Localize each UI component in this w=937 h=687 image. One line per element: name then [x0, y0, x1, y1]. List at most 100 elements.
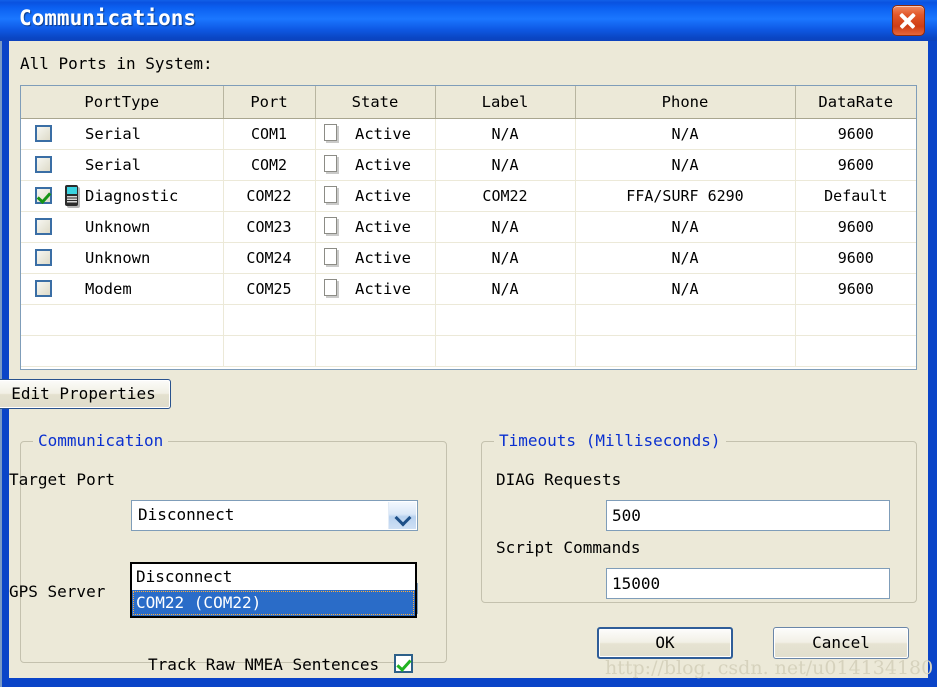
cell-porttype[interactable]: Unknown [21, 242, 224, 274]
column-header-porttype[interactable]: PortType [21, 86, 224, 119]
timeouts-group: Timeouts (Milliseconds) DIAG Requests 50… [481, 431, 917, 603]
track-raw-nmea-checkbox[interactable] [393, 654, 413, 673]
script-commands-label: Script Commands [496, 538, 641, 557]
cell-label: COM22 [435, 180, 576, 212]
dialog-client-area: All Ports in System: PortType Port State… [0, 41, 928, 678]
chevron-down-icon[interactable] [388, 502, 416, 529]
cell-state: Active [315, 273, 436, 305]
cell-state: Active [315, 242, 436, 274]
cell-porttype-label: Modem [85, 280, 132, 298]
dropdown-option[interactable]: Disconnect [132, 564, 415, 590]
table-row[interactable]: Diagnostic COM22 Active COM22 FFA/SURF 6290 D… [21, 180, 916, 212]
watermark-text: http://blog. csdn. net/u014134180 [605, 657, 934, 679]
ports-table: PortType Port State Label Phone DataRate… [21, 86, 916, 367]
cell-port: COM1 [223, 118, 316, 150]
ports-table-container[interactable]: PortType Port State Label Phone DataRate… [20, 85, 917, 370]
cell-datarate: 9600 [795, 242, 916, 274]
cell-porttype[interactable]: Unknown [21, 211, 224, 243]
cell-datarate: 9600 [795, 149, 916, 181]
ports-table-header-row: PortType Port State Label Phone DataRate [21, 86, 916, 119]
table-row[interactable]: Modem COM25 Active N/A N/A 9600 [21, 273, 916, 305]
target-port-combobox[interactable]: Disconnect [131, 500, 418, 531]
checkbox-icon[interactable] [35, 218, 52, 235]
checkbox-icon[interactable] [35, 249, 52, 266]
table-row[interactable]: Serial COM1 Active N/A N/A 9600 [21, 118, 916, 150]
cell-phone: N/A [575, 242, 796, 274]
target-port-dropdown-list[interactable]: Disconnect COM22 (COM22) [130, 562, 417, 618]
script-commands-input[interactable]: 15000 [606, 568, 890, 599]
cell-state-label: Active [355, 156, 411, 174]
table-row[interactable]: Unknown COM23 Active N/A N/A 9600 [21, 211, 916, 243]
column-header-label[interactable]: Label [435, 86, 576, 119]
communication-group-legend: Communication [33, 431, 169, 450]
gps-server-label: GPS Server [9, 582, 106, 601]
table-row[interactable]: Serial COM2 Active N/A N/A 9600 [21, 149, 916, 181]
cell-state-label: Active [355, 218, 411, 236]
diag-requests-input[interactable]: 500 [606, 500, 890, 531]
cell-porttype[interactable]: Serial [21, 118, 224, 150]
window-title: Communications [19, 6, 197, 30]
cancel-button[interactable]: Cancel [773, 627, 909, 659]
cell-label: N/A [435, 118, 576, 150]
cell-empty [795, 335, 916, 367]
checkbox-icon[interactable] [35, 125, 52, 142]
cell-empty [223, 304, 316, 336]
table-row[interactable]: Unknown COM24 Active N/A N/A 9600 [21, 242, 916, 274]
cell-empty [795, 304, 916, 336]
cell-state: Active [315, 118, 436, 150]
column-header-datarate[interactable]: DataRate [795, 86, 916, 119]
ok-button[interactable]: OK [597, 627, 733, 659]
table-row-empty[interactable] [21, 335, 916, 367]
dropdown-option[interactable]: COM22 (COM22) [132, 590, 415, 616]
checkbox-icon[interactable] [35, 280, 52, 297]
cell-state: Active [315, 149, 436, 181]
cell-empty [315, 335, 436, 367]
target-port-label: Target Port [9, 470, 115, 489]
cell-empty [435, 335, 576, 367]
checkbox-checked-icon[interactable] [35, 187, 52, 204]
all-ports-heading: All Ports in System: [20, 54, 213, 73]
cell-port: COM24 [223, 242, 316, 274]
cell-state: Active [315, 180, 436, 212]
cell-phone: N/A [575, 273, 796, 305]
cell-porttype[interactable]: Serial [21, 149, 224, 181]
cell-label: N/A [435, 273, 576, 305]
cell-porttype-label: Diagnostic [85, 187, 179, 205]
cell-phone: N/A [575, 211, 796, 243]
cell-empty [223, 335, 316, 367]
checkbox-icon[interactable] [35, 156, 52, 173]
cell-empty [21, 335, 224, 367]
cell-empty [315, 304, 436, 336]
cell-datarate: 9600 [795, 211, 916, 243]
cell-port: COM23 [223, 211, 316, 243]
cell-empty [575, 335, 796, 367]
cell-phone: N/A [575, 118, 796, 150]
close-icon[interactable] [892, 5, 925, 36]
cell-state-label: Active [355, 125, 411, 143]
cell-label: N/A [435, 242, 576, 274]
cell-port: COM25 [223, 273, 316, 305]
column-header-state[interactable]: State [315, 86, 436, 119]
cell-label: N/A [435, 211, 576, 243]
column-header-phone[interactable]: Phone [575, 86, 796, 119]
cell-porttype-label: Unknown [85, 249, 151, 267]
cell-porttype-label: Unknown [85, 218, 151, 236]
table-row-empty[interactable] [21, 304, 916, 336]
background-window-edge [0, 40, 2, 687]
ports-table-body: Serial COM1 Active N/A N/A 9600 Serial COM2 Acti… [21, 118, 916, 367]
title-bar[interactable]: Communications [0, 0, 937, 41]
track-raw-nmea-row[interactable]: Track Raw NMEA Sentences [148, 654, 413, 676]
cell-label: N/A [435, 149, 576, 181]
diag-requests-label: DIAG Requests [496, 470, 622, 489]
cell-datarate: 9600 [795, 118, 916, 150]
cell-porttype[interactable]: Modem [21, 273, 224, 305]
edit-properties-button[interactable]: Edit Properties [0, 379, 171, 409]
cell-porttype-label: Serial [85, 125, 141, 143]
column-header-port[interactable]: Port [223, 86, 316, 119]
cell-state-label: Active [355, 249, 411, 267]
cell-phone: N/A [575, 149, 796, 181]
cell-datarate: Default [795, 180, 916, 212]
track-raw-nmea-label: Track Raw NMEA Sentences [148, 655, 380, 674]
cell-porttype[interactable]: Diagnostic [21, 180, 224, 212]
cell-empty [575, 304, 796, 336]
